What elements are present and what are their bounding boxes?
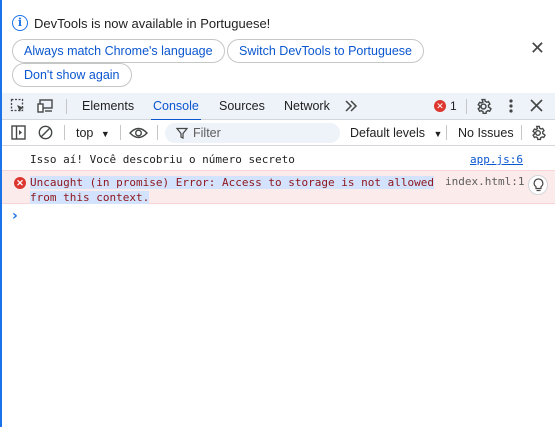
- toolbar-divider: [466, 99, 467, 114]
- log-message-text: Isso aí! Você descobriu o número secreto: [30, 153, 295, 166]
- inspect-element-icon[interactable]: [10, 98, 26, 114]
- log-levels-dropdown[interactable]: Default levels ▼: [350, 120, 442, 147]
- toolbar-divider: [157, 125, 158, 140]
- filter-funnel-icon: [176, 127, 188, 139]
- toolbar-divider: [521, 125, 522, 140]
- close-icon[interactable]: ✕: [530, 39, 545, 57]
- error-message-line1: Uncaught (in promise) Error: Access to s…: [30, 176, 434, 189]
- tab-console[interactable]: Console: [151, 93, 201, 121]
- chevron-double-right-icon[interactable]: [344, 100, 358, 112]
- toolbar-divider: [66, 99, 67, 114]
- context-selector[interactable]: top ▼: [76, 120, 110, 147]
- tab-sources[interactable]: Sources: [219, 93, 265, 120]
- devtools-tab-toolbar: Elements Console Sources Network ✕ 1: [2, 93, 555, 121]
- console-log-message: Isso aí! Você descobriu o número secreto…: [2, 150, 555, 170]
- log-levels-label: Default levels: [350, 126, 426, 140]
- switch-to-portuguese-button[interactable]: Switch DevTools to Portuguese: [227, 39, 425, 63]
- issues-counter[interactable]: No Issues: [458, 120, 514, 146]
- error-count[interactable]: 1: [450, 93, 457, 120]
- info-icon: i: [12, 15, 28, 31]
- log-source-link[interactable]: app.js:6: [470, 153, 523, 166]
- error-source-link[interactable]: index.html:1: [445, 175, 524, 188]
- console-error-message: ✕ Uncaught (in promise) Error: Access to…: [2, 170, 555, 204]
- dropdown-arrow-icon: ▼: [100, 129, 110, 139]
- infobar-message-row: i DevTools is now available in Portugues…: [12, 15, 270, 31]
- lightbulb-icon: [533, 178, 544, 192]
- toolbar-divider: [120, 125, 121, 140]
- console-toolbar: top ▼ Filter Default levels ▼ No Issues: [2, 120, 555, 146]
- dont-show-again-button[interactable]: Don't show again: [12, 63, 132, 87]
- infobar-message: DevTools is now available in Portuguese!: [34, 15, 271, 31]
- always-match-language-button[interactable]: Always match Chrome's language: [12, 39, 225, 63]
- error-message-line2: from this context.: [30, 191, 150, 204]
- settings-gear-icon[interactable]: [475, 98, 492, 115]
- error-count-icon[interactable]: ✕: [434, 100, 446, 112]
- device-toolbar-icon[interactable]: [37, 98, 55, 114]
- filter-input[interactable]: Filter: [165, 123, 340, 143]
- toolbar-divider: [64, 125, 65, 140]
- insight-lightbulb-button[interactable]: [528, 175, 548, 195]
- tab-network[interactable]: Network: [284, 93, 330, 120]
- filter-placeholder: Filter: [193, 126, 221, 140]
- eye-icon[interactable]: [129, 126, 148, 140]
- clear-console-icon[interactable]: [38, 125, 53, 140]
- dropdown-arrow-icon: ▼: [433, 129, 443, 139]
- sidebar-toggle-icon[interactable]: [11, 125, 26, 140]
- console-settings-gear-icon[interactable]: [530, 125, 546, 141]
- context-label: top: [76, 126, 94, 140]
- language-infobar: i DevTools is now available in Portugues…: [2, 0, 555, 93]
- more-options-icon[interactable]: [508, 98, 514, 114]
- tab-elements[interactable]: Elements: [82, 93, 134, 120]
- close-devtools-icon[interactable]: [530, 99, 543, 112]
- error-message-text: Uncaught (in promise) Error: Access to s…: [30, 175, 446, 205]
- toolbar-divider: [446, 125, 447, 140]
- error-icon: ✕: [14, 177, 26, 189]
- console-prompt-chevron-icon[interactable]: ›: [12, 208, 18, 224]
